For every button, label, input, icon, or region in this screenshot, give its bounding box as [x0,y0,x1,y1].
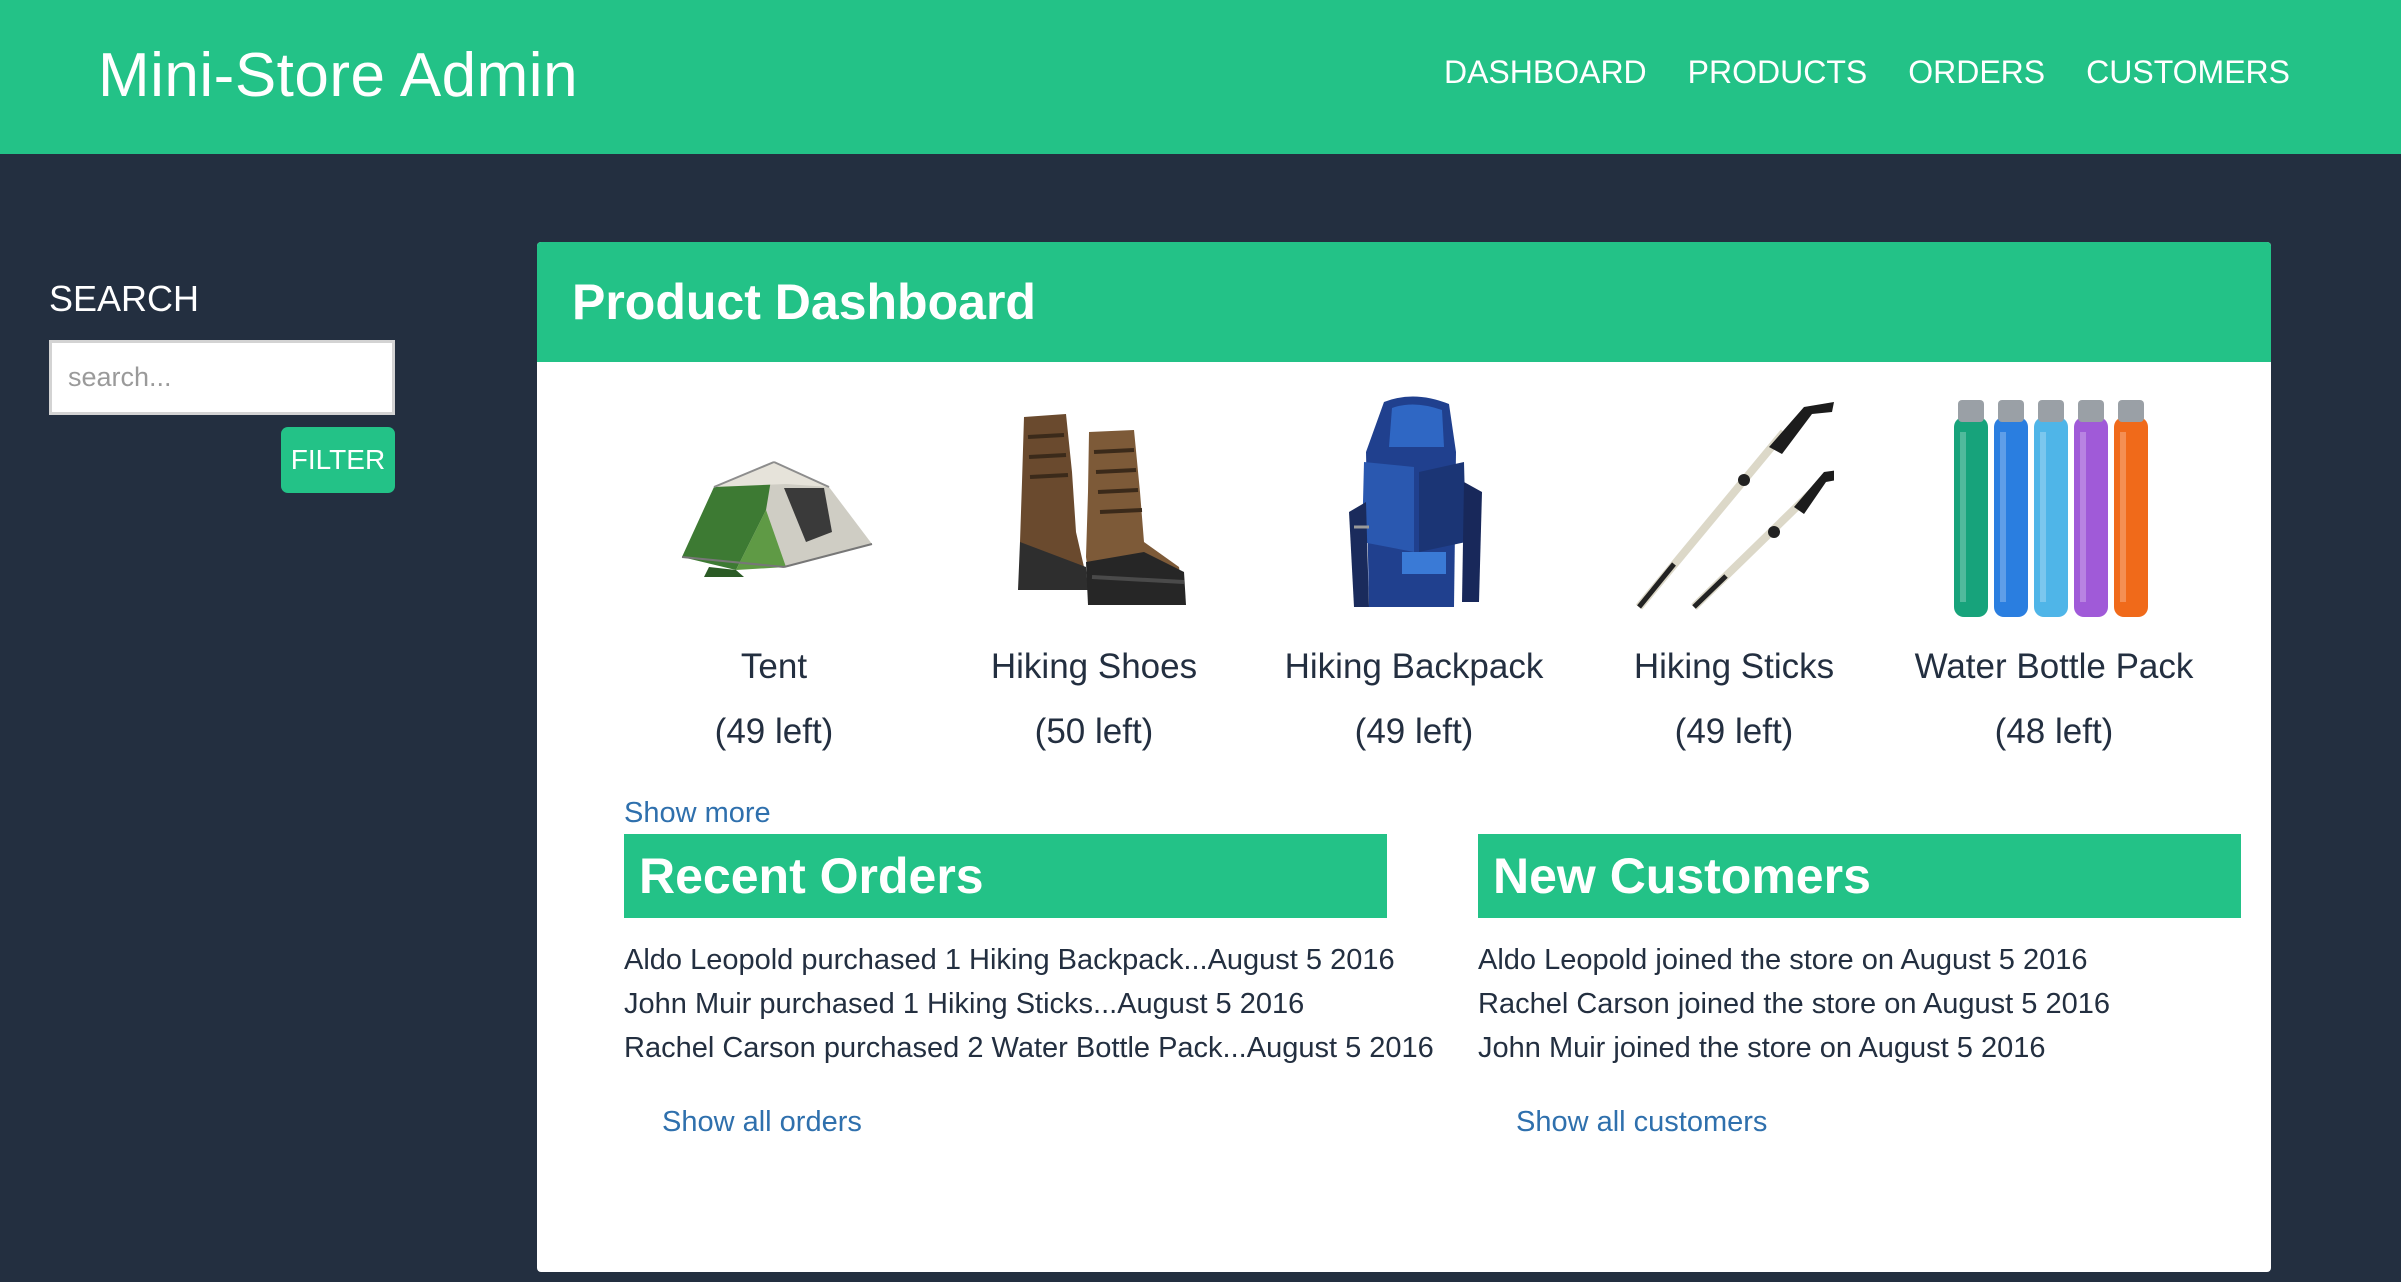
product-name: Hiking Backpack [1284,647,1544,686]
product-card[interactable]: Hiking Sticks (49 left) [1584,392,1884,752]
recent-orders-list: Aldo Leopold purchased 1 Hiking Backpack… [624,938,1434,1070]
product-name: Hiking Shoes [990,647,1198,686]
product-stock: (48 left) [1994,712,2114,751]
show-all-orders-link[interactable]: Show all orders [662,1106,1387,1139]
tent-image [681,461,873,577]
product-card[interactable]: Water Bottle Pack (48 left) [1904,392,2204,752]
water-bottle-pack-image [1954,400,2148,617]
new-customers-list: Aldo Leopold joined the store on August … [1478,938,2241,1070]
product-grid: Tent (49 left) Hiking Shoes (50 left) Hi… [624,392,2228,752]
list-item: Aldo Leopold joined the store on August … [1478,944,2088,976]
show-more-link[interactable]: Show more [624,797,771,830]
product-name: Hiking Sticks [1633,647,1835,686]
filter-button[interactable]: FILTER [281,427,395,493]
search-input[interactable] [49,340,395,415]
list-item: Rachel Carson joined the store on August… [1478,988,2110,1020]
list-item: Rachel Carson purchased 2 Water Bottle P… [624,1032,1434,1064]
product-stock: (49 left) [714,712,834,751]
brand-title[interactable]: Mini-Store Admin [98,40,578,111]
nav-dashboard[interactable]: DASHBOARD [1444,54,1647,91]
nav-orders[interactable]: ORDERS [1908,54,2045,91]
product-name: Water Bottle Pack [1914,647,2194,686]
list-item: Aldo Leopold purchased 1 Hiking Backpack… [624,944,1395,976]
hiking-backpack-image [1349,396,1482,607]
product-card[interactable]: Tent (49 left) [624,392,924,752]
new-customers-header: New Customers [1478,834,2241,918]
product-card[interactable]: Hiking Backpack (49 left) [1264,392,1564,752]
top-bar: Mini-Store Admin DASHBOARD PRODUCTS ORDE… [0,0,2401,154]
main-nav: DASHBOARD PRODUCTS ORDERS CUSTOMERS [1403,54,2290,91]
search-title: SEARCH [49,278,200,319]
list-item: John Muir purchased 1 Hiking Sticks...Au… [624,988,1305,1020]
list-item: John Muir joined the store on August 5 2… [1478,1032,2046,1064]
hiking-sticks-image [1635,402,1834,610]
panel-header: Product Dashboard [537,242,2271,362]
product-stock: (49 left) [1354,712,1474,751]
recent-orders-header: Recent Orders [624,834,1387,918]
show-all-customers-link[interactable]: Show all customers [1516,1106,2241,1139]
product-stock: (49 left) [1674,712,1794,751]
nav-products[interactable]: PRODUCTS [1688,54,1868,91]
panel-title: Product Dashboard [572,274,1036,330]
product-name: Tent [740,647,808,686]
recent-orders-title: Recent Orders [639,848,984,904]
recent-orders-section: Recent Orders Aldo Leopold purchased 1 H… [624,834,1434,1139]
product-card[interactable]: Hiking Shoes (50 left) [944,392,1244,752]
new-customers-section: New Customers Aldo Leopold joined the st… [1478,834,2241,1139]
hiking-shoes-image [1018,414,1186,605]
nav-customers[interactable]: CUSTOMERS [2086,54,2290,91]
product-stock: (50 left) [1034,712,1154,751]
new-customers-title: New Customers [1493,848,1871,904]
product-dashboard-panel: Product Dashboard Tent (49 left) Hiking … [537,242,2271,1272]
